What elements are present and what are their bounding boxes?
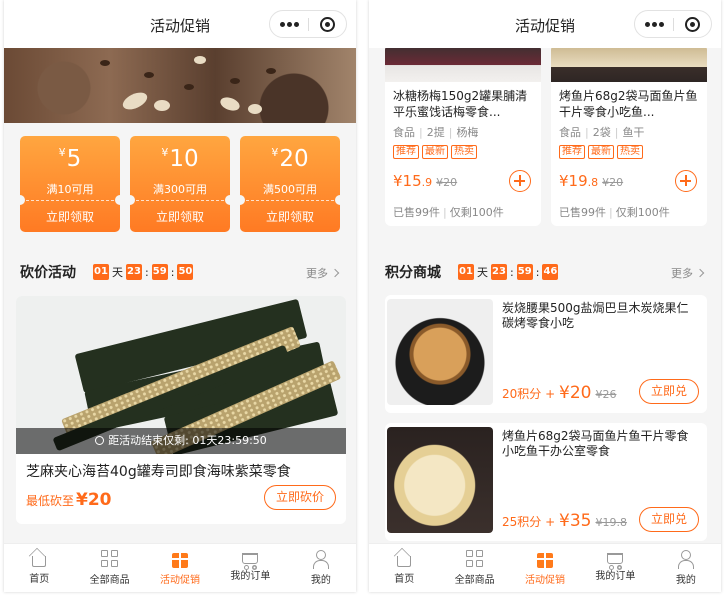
lowest-price: 最低砍至 ¥20: [26, 490, 112, 510]
coupon-condition: 满10可用: [46, 183, 94, 196]
bargain-product-card[interactable]: 距活动结束仅剩: 01天23:59:50 芝麻夹心海苔40g罐寿司即食海味紫菜零…: [16, 296, 346, 524]
points-product-card[interactable]: 烤鱼片68g2袋马面鱼片鱼干片零食小吃鱼干办公室零食 25积分 + ¥35 ¥19…: [385, 423, 707, 541]
coupon-list: ¥5 满10可用 立即领取 ¥10 满300可用 立即领取 ¥20 满500可用…: [4, 136, 356, 232]
user-icon: [676, 550, 696, 569]
tab-orders[interactable]: 我的订单: [215, 544, 285, 592]
tab-promotions[interactable]: 活动促销: [510, 544, 580, 592]
bottom-tab-bar: 首页 全部商品 活动促销 我的订单 我的: [4, 543, 356, 592]
home-icon: [32, 556, 47, 567]
clock-icon: [95, 436, 105, 445]
add-to-cart-plus-icon[interactable]: [675, 170, 697, 192]
points-price: 20积分 + ¥20 ¥26: [502, 383, 617, 403]
sales-info: 已售99件 | 仅剩100件: [559, 206, 670, 219]
points-product-card[interactable]: 炭烧腰果500g盐焗巴旦木炭烧果仁碳烤零食小吃 20积分 + ¥20 ¥26 立即…: [385, 295, 707, 413]
seaweed-product-image: 距活动结束仅剩: 01天23:59:50: [16, 296, 346, 454]
nav-header: 活动促销: [369, 0, 721, 48]
product-card[interactable]: 冰糖杨梅150g2罐果脯清平乐蜜饯话梅零食... 食品 | 2提 | 杨梅 推荐 最新 热卖…: [385, 44, 541, 226]
menu-capsule: [634, 10, 712, 38]
coupon-amount: ¥5: [58, 146, 82, 172]
tab-home[interactable]: 首页: [4, 544, 74, 592]
bargain-section-header: 砍价活动 01 天 23: 59: 50 更多: [4, 256, 356, 286]
points-mall-section-header: 积分商城 01 天 23: 59: 46 更多: [369, 256, 721, 286]
menu-capsule: [269, 10, 347, 38]
close-target-icon[interactable]: [320, 17, 335, 32]
product-attributes: 食品 | 2袋 | 鱼干: [559, 126, 645, 139]
more-dots-icon[interactable]: [280, 22, 299, 27]
cart-icon: [607, 553, 624, 570]
home-icon: [397, 556, 412, 567]
grid-icon: [100, 550, 120, 568]
product-name: 烤鱼片68g2袋马面鱼片鱼干片零食小吃鱼干办公室零食: [502, 429, 689, 458]
start-bargain-button[interactable]: 立即砍价: [264, 485, 336, 510]
cart-icon: [242, 553, 259, 570]
countdown-timer: 01 天 23: 59: 50: [93, 264, 194, 280]
coupon-amount: ¥10: [161, 146, 199, 172]
points-price: 25积分 + ¥35 ¥19.8: [502, 511, 627, 531]
product-name: 芝麻夹心海苔40g罐寿司即食海味紫菜零食: [26, 464, 291, 480]
product-tags: 推荐 最新 热卖: [393, 145, 477, 159]
cashew-product-image: [387, 299, 493, 405]
countdown-timer: 01 天 23: 59: 46: [458, 264, 559, 280]
coupon-card[interactable]: ¥10 满300可用 立即领取: [130, 136, 230, 232]
tab-all-products[interactable]: 全部商品: [74, 544, 144, 592]
gift-icon: [172, 553, 189, 568]
tab-home[interactable]: 首页: [369, 544, 439, 592]
tab-all-products[interactable]: 全部商品: [439, 544, 509, 592]
bayberry-product-image: [385, 44, 541, 82]
more-link[interactable]: 更多: [306, 265, 338, 281]
coupon-card[interactable]: ¥20 满500可用 立即领取: [240, 136, 340, 232]
activity-end-notice: 距活动结束仅剩: 01天23:59:50: [16, 428, 346, 454]
capsule-divider: [673, 18, 674, 31]
tab-promotions[interactable]: 活动促销: [145, 544, 215, 592]
promo-banner-image[interactable]: [4, 48, 356, 123]
phone-screen-right: 活动促销 冰糖杨梅150g2罐果脯清平乐蜜饯话梅零食... 食品 | 2提 | 杨梅 推…: [369, 0, 721, 592]
claim-coupon-button[interactable]: 立即领取: [240, 208, 340, 225]
claim-coupon-button[interactable]: 立即领取: [20, 208, 120, 225]
tab-orders[interactable]: 我的订单: [580, 544, 650, 592]
add-to-cart-plus-icon[interactable]: [509, 170, 531, 192]
product-name: 炭烧腰果500g盐焗巴旦木炭烧果仁碳烤零食小吃: [502, 301, 689, 330]
tab-profile[interactable]: 我的: [651, 544, 721, 592]
more-link[interactable]: 更多: [671, 265, 703, 281]
product-name: 冰糖杨梅150g2罐果脯清平乐蜜饯话梅零食...: [393, 89, 528, 119]
grid-icon: [465, 550, 485, 568]
coupon-condition: 满300可用: [153, 183, 207, 196]
coupon-card[interactable]: ¥5 满10可用 立即领取: [20, 136, 120, 232]
tab-profile[interactable]: 我的: [286, 544, 356, 592]
gift-icon: [537, 553, 554, 568]
phone-screen-left: 活动促销 ¥5 满10可用 立即领取 ¥10 满300可用 立即领取 ¥20 满…: [4, 0, 356, 592]
product-price: ¥19.8 ¥20: [559, 172, 624, 190]
claim-coupon-button[interactable]: 立即领取: [130, 208, 230, 225]
product-attributes: 食品 | 2提 | 杨梅: [393, 126, 479, 139]
fish-snack-product-image: [551, 44, 707, 82]
coupon-condition: 满500可用: [263, 183, 317, 196]
bottom-tab-bar: 首页 全部商品 活动促销 我的订单 我的: [369, 543, 721, 592]
section-title: 砍价活动: [20, 265, 76, 281]
close-target-icon[interactable]: [685, 17, 700, 32]
user-icon: [311, 550, 331, 569]
product-card[interactable]: 烤鱼片68g2袋马面鱼片鱼干片零食小吃鱼... 食品 | 2袋 | 鱼干 推荐 最新 热卖 …: [551, 44, 707, 226]
more-dots-icon[interactable]: [645, 22, 664, 27]
product-tags: 推荐 最新 热卖: [559, 145, 643, 159]
coupon-amount: ¥20: [271, 146, 309, 172]
section-title: 积分商城: [385, 265, 441, 281]
product-price: ¥15.9 ¥20: [393, 172, 458, 190]
product-name: 烤鱼片68g2袋马面鱼片鱼干片零食小吃鱼...: [559, 89, 698, 119]
nav-header: 活动促销: [4, 0, 356, 48]
redeem-button[interactable]: 立即兑: [639, 507, 699, 532]
fish-snack-product-image: [387, 427, 493, 533]
redeem-button[interactable]: 立即兑: [639, 379, 699, 404]
capsule-divider: [308, 18, 309, 31]
sales-info: 已售99件 | 仅剩100件: [393, 206, 504, 219]
